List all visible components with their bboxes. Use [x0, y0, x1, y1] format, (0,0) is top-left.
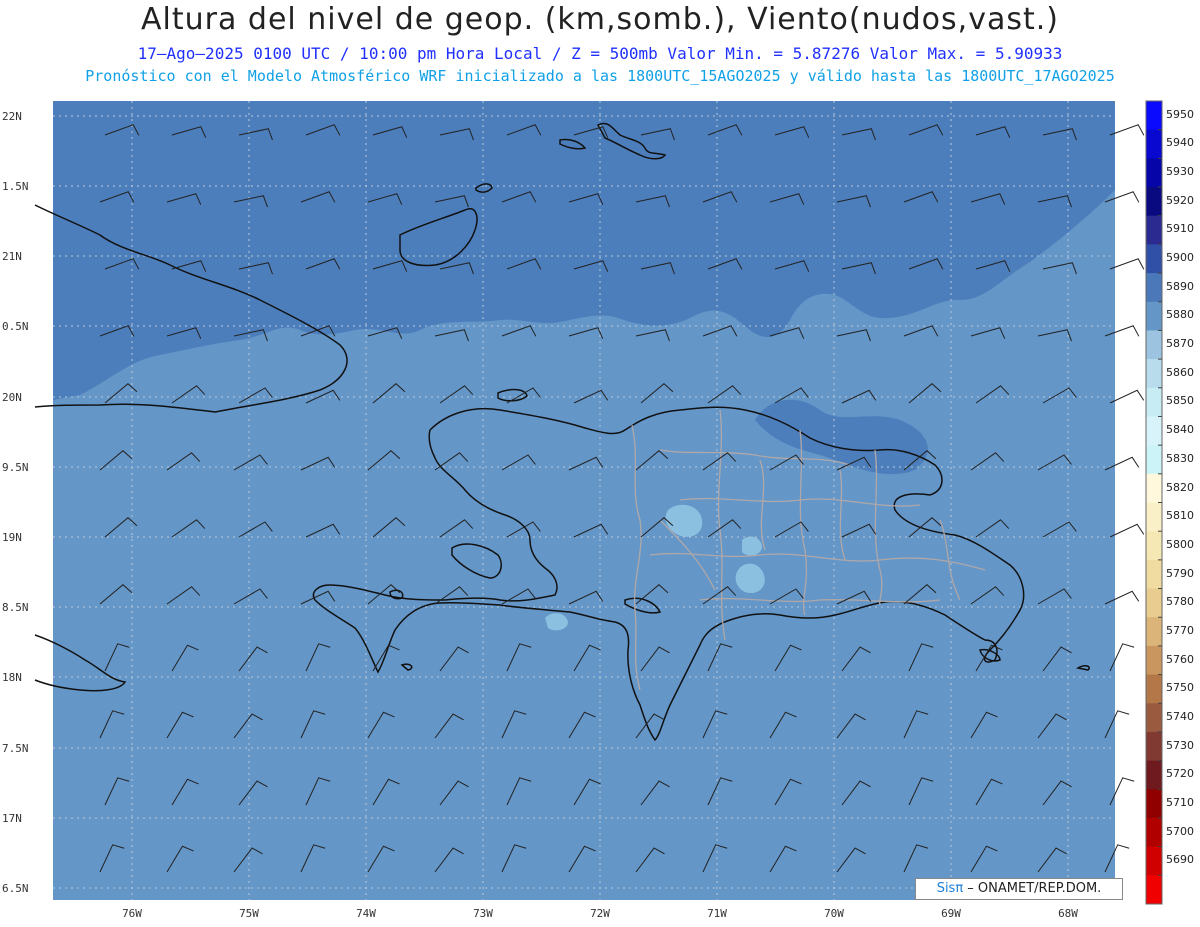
- colorbar-swatch: [1146, 387, 1162, 417]
- colorbar: [1145, 100, 1163, 905]
- colorbar-swatch: [1146, 301, 1162, 331]
- lat-label: 0.5N: [2, 320, 29, 333]
- lat-label: 22N: [2, 110, 22, 123]
- lat-label: 9.5N: [2, 461, 29, 474]
- colorbar-swatch: [1146, 445, 1162, 475]
- lat-label: 17N: [2, 812, 22, 825]
- colorbar-swatch: [1146, 588, 1162, 618]
- colorbar-label: 5730: [1166, 738, 1194, 752]
- credit-box: Sisπ – ONAMET/REP.DOM.: [915, 878, 1123, 900]
- colorbar-label: 5850: [1166, 394, 1194, 408]
- colorbar-swatch: [1146, 244, 1162, 274]
- colorbar-swatch: [1146, 875, 1162, 905]
- wind-barb: [1109, 258, 1145, 270]
- lon-label: 70W: [824, 907, 844, 920]
- colorbar-label: 5770: [1166, 623, 1194, 637]
- colorbar-swatch: [1146, 158, 1162, 188]
- colorbar-label: 5920: [1166, 193, 1194, 207]
- colorbar-label: 5810: [1166, 509, 1194, 523]
- lon-label: 72W: [590, 907, 610, 920]
- lat-label: 19N: [2, 531, 22, 544]
- colorbar-label: 5900: [1166, 251, 1194, 265]
- colorbar-label: 5860: [1166, 365, 1194, 379]
- colorbar-label: 5740: [1166, 709, 1194, 723]
- lat-label: 1.5N: [2, 180, 29, 193]
- lon-label: 73W: [473, 907, 493, 920]
- colorbar-label: 5690: [1166, 853, 1194, 867]
- colorbar-swatch: [1146, 101, 1162, 131]
- wind-barb: [1109, 389, 1145, 404]
- colorbar-label: 5750: [1166, 681, 1194, 695]
- lon-label: 68W: [1058, 907, 1078, 920]
- colorbar-swatch: [1146, 645, 1162, 676]
- colorbar-swatch: [1146, 531, 1162, 561]
- lat-label: 21N: [2, 250, 22, 263]
- colorbar-label: 5930: [1166, 165, 1194, 179]
- colorbar-label: 5830: [1166, 451, 1194, 465]
- colorbar-swatch: [1146, 330, 1162, 360]
- colorbar-label: 5720: [1166, 767, 1194, 781]
- colorbar-swatch: [1146, 473, 1162, 503]
- lon-label: 76W: [122, 907, 142, 920]
- colorbar-swatch: [1146, 215, 1162, 245]
- credit-logo: Sisπ: [936, 881, 964, 896]
- colorbar-label: 5710: [1166, 795, 1194, 809]
- colorbar-swatch: [1146, 846, 1162, 876]
- colorbar-swatch: [1146, 416, 1162, 446]
- wind-barb: [1109, 124, 1145, 136]
- lat-label: 7.5N: [2, 742, 29, 755]
- lat-label: 20N: [2, 391, 22, 404]
- colorbar-label: 5760: [1166, 652, 1194, 666]
- colorbar-label: 5700: [1166, 824, 1194, 838]
- colorbar-swatch: [1146, 731, 1162, 762]
- lat-label: 8.5N: [2, 601, 29, 614]
- colorbar-swatch: [1146, 789, 1162, 819]
- lon-label: 69W: [941, 907, 961, 920]
- colorbar-label: 5910: [1166, 222, 1194, 236]
- colorbar-swatch: [1146, 760, 1162, 790]
- colorbar-label: 5820: [1166, 480, 1194, 494]
- lon-label: 71W: [707, 907, 727, 920]
- colorbar-label: 5780: [1166, 595, 1194, 609]
- lat-label: 6.5N: [2, 882, 29, 895]
- colorbar-swatch: [1146, 273, 1162, 303]
- credit-text: – ONAMET/REP.DOM.: [963, 881, 1102, 896]
- colorbar-label: 5950: [1166, 107, 1194, 121]
- colorbar-swatch: [1146, 617, 1162, 647]
- colorbar-swatch: [1146, 502, 1162, 532]
- colorbar-swatch: [1146, 703, 1162, 733]
- colorbar-label: 5800: [1166, 537, 1194, 551]
- forecast-map: [34, 100, 1163, 905]
- colorbar-label: 5870: [1166, 337, 1194, 351]
- colorbar-swatch: [1146, 187, 1162, 217]
- colorbar-label: 5890: [1166, 279, 1194, 293]
- colorbar-swatch: [1146, 359, 1162, 389]
- lon-label: 75W: [239, 907, 259, 920]
- colorbar-label: 5940: [1166, 136, 1194, 150]
- colorbar-label: 5790: [1166, 566, 1194, 580]
- colorbar-label: 5840: [1166, 423, 1194, 437]
- colorbar-swatch: [1146, 559, 1162, 590]
- colorbar-swatch: [1146, 817, 1162, 848]
- colorbar-swatch: [1146, 674, 1162, 704]
- lat-label: 18N: [2, 671, 22, 684]
- colorbar-label: 5880: [1166, 308, 1194, 322]
- lon-label: 74W: [356, 907, 376, 920]
- wind-barb: [1109, 523, 1145, 538]
- colorbar-swatch: [1146, 129, 1162, 159]
